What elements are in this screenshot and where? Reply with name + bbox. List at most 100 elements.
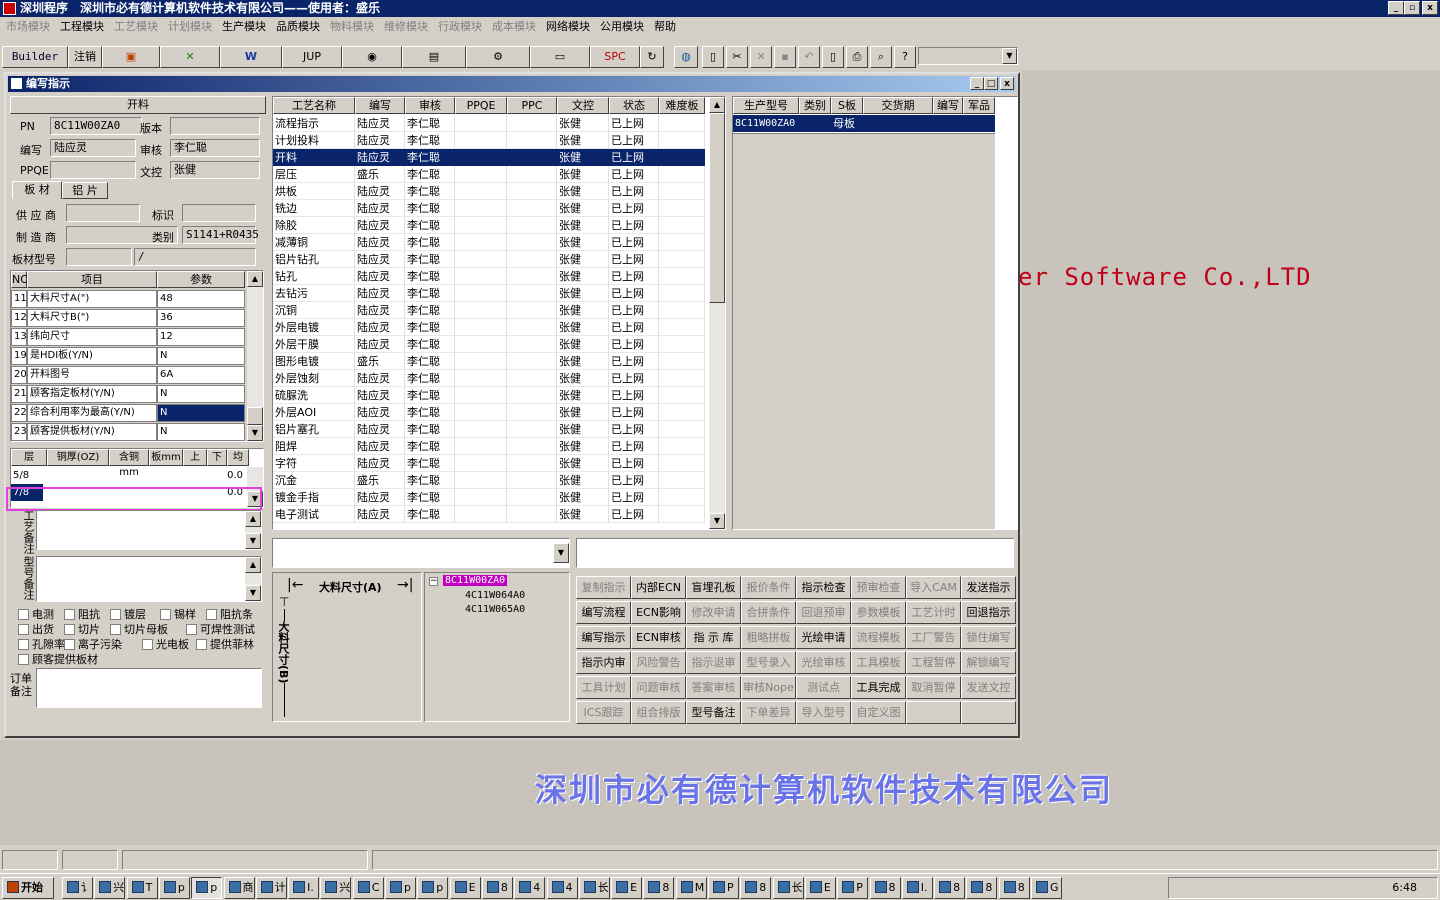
checkbox-box[interactable] (64, 609, 75, 620)
process-row[interactable]: 外层AOI 陆应灵 李仁聪 张健 已上网 (273, 404, 705, 421)
taskbar-window-button[interactable]: I. (288, 877, 320, 899)
process-cell[interactable]: 张健 (557, 370, 609, 387)
process-cell[interactable] (455, 234, 507, 251)
save-icon[interactable]: ▪ (774, 46, 796, 68)
process-cell[interactable]: 盛乐 (355, 472, 405, 489)
chevron-down-icon[interactable]: ▼ (553, 543, 569, 563)
tab-aluminum[interactable]: 铝 片 (62, 182, 108, 199)
action-button[interactable]: ICS跟踪 (576, 701, 631, 724)
process-cell[interactable] (455, 149, 507, 166)
process-cell[interactable]: 已上网 (609, 149, 659, 166)
process-cell[interactable] (507, 438, 557, 455)
process-cell[interactable]: 已上网 (609, 455, 659, 472)
word-icon[interactable]: W (220, 46, 282, 68)
taskbar-window-button[interactable]: 4 (514, 877, 546, 899)
process-row[interactable]: 硫脲洗 陆应灵 李仁聪 张健 已上网 (273, 387, 705, 404)
checkbox-box[interactable] (64, 639, 75, 650)
production-cell[interactable] (933, 115, 963, 132)
action-button[interactable]: 答案审核 (686, 676, 741, 699)
process-cell[interactable]: 盛乐 (355, 166, 405, 183)
param-cell[interactable]: 36 (157, 309, 245, 327)
tree-root-node[interactable]: 8C11W00ZA0 (443, 575, 508, 586)
taskbar-window-button[interactable]: p (191, 877, 223, 899)
process-row[interactable]: 外层电镀 陆应灵 李仁聪 张健 已上网 (273, 319, 705, 336)
param-cell[interactable]: 6A (157, 366, 245, 384)
window-close-button[interactable]: x (1000, 77, 1014, 90)
process-cell[interactable] (455, 404, 507, 421)
process-cell[interactable]: 陆应灵 (355, 438, 405, 455)
process-cell[interactable] (659, 506, 705, 523)
param-cell[interactable]: N (157, 423, 245, 441)
option-checkbox[interactable]: 孔隙率 (18, 636, 65, 652)
process-row[interactable]: 电子测试 陆应灵 李仁聪 张健 已上网 (273, 506, 705, 523)
process-cell[interactable] (455, 251, 507, 268)
process-cell[interactable] (455, 438, 507, 455)
process-cell[interactable]: 已上网 (609, 166, 659, 183)
action-button[interactable]: 型号录入 (741, 651, 796, 674)
process-cell[interactable]: 陆应灵 (355, 489, 405, 506)
board-model-field[interactable] (66, 248, 132, 266)
checkbox-box[interactable] (186, 624, 197, 635)
process-cell[interactable]: 陆应灵 (355, 234, 405, 251)
taskbar-window-button[interactable]: 8 (869, 877, 901, 899)
process-cell[interactable] (507, 115, 557, 132)
process-cell[interactable]: 李仁聪 (405, 506, 455, 523)
action-button[interactable]: 粗略拼板 (741, 626, 796, 649)
scroll-up-button[interactable]: ▲ (709, 97, 725, 113)
process-cell[interactable]: 已上网 (609, 132, 659, 149)
process-row[interactable]: 外层干膜 陆应灵 李仁聪 张健 已上网 (273, 336, 705, 353)
production-cell[interactable]: 8C11W00ZA0 (733, 115, 799, 132)
process-cell[interactable]: 李仁聪 (405, 438, 455, 455)
restore-button[interactable]: ▫ (1404, 1, 1420, 15)
process-cell[interactable]: 张健 (557, 506, 609, 523)
process-cell[interactable]: 张健 (557, 217, 609, 234)
action-button[interactable]: 解锁编写 (961, 651, 1016, 674)
process-row[interactable]: 减薄铜 陆应灵 李仁聪 张健 已上网 (273, 234, 705, 251)
version-field[interactable] (170, 117, 260, 135)
process-cell[interactable] (507, 370, 557, 387)
action-button[interactable]: 工具完成 (851, 676, 906, 699)
param-cell[interactable]: 20 (11, 366, 27, 384)
process-cell[interactable]: 张健 (557, 319, 609, 336)
process-cell[interactable]: 已上网 (609, 336, 659, 353)
menu-item[interactable]: 工程模块 (60, 20, 104, 33)
process-cell[interactable]: 沉金 (273, 472, 355, 489)
action-button[interactable]: ECN审核 (631, 626, 686, 649)
action-button[interactable]: 发送文控 (961, 676, 1016, 699)
param-cell[interactable]: 综合利用率为最高(Y/N) (27, 404, 157, 422)
action-button[interactable]: 锁住编写 (961, 626, 1016, 649)
process-cell[interactable]: 陆应灵 (355, 251, 405, 268)
action-button[interactable]: 取消暂停 (906, 676, 961, 699)
review-field[interactable]: 李仁聪 (170, 139, 260, 157)
process-cell[interactable] (507, 251, 557, 268)
process-cell[interactable]: 张健 (557, 472, 609, 489)
param-cell[interactable]: 大料尺寸A(") (27, 290, 157, 308)
process-cell[interactable] (455, 268, 507, 285)
taskbar-window-button[interactable]: I. (901, 877, 933, 899)
process-cell[interactable]: 镀金手指 (273, 489, 355, 506)
scroll-up-button[interactable]: ▲ (245, 557, 261, 573)
action-button[interactable]: 审核Nope (741, 676, 796, 699)
jup-button[interactable]: JUP (282, 46, 342, 68)
process-cell[interactable]: 陆应灵 (355, 285, 405, 302)
instruction-combo[interactable]: ▼ (272, 538, 570, 568)
taskbar-window-button[interactable]: p (417, 877, 449, 899)
process-cell[interactable]: 已上网 (609, 183, 659, 200)
process-cell[interactable] (507, 387, 557, 404)
process-cell[interactable] (507, 472, 557, 489)
option-checkbox[interactable]: 切片 (64, 621, 100, 637)
process-cell[interactable] (455, 472, 507, 489)
excel-icon[interactable]: ✕ (160, 46, 220, 68)
menu-item[interactable]: 品质模块 (276, 20, 320, 33)
param-scrollbar[interactable]: ▲ ▼ (247, 271, 263, 441)
process-cell[interactable]: 李仁聪 (405, 132, 455, 149)
process-cell[interactable]: 铝片钻孔 (273, 251, 355, 268)
menu-item[interactable]: 物料模块 (330, 20, 374, 33)
taskbar-window-button[interactable]: M (675, 877, 707, 899)
network-icon[interactable]: ⚙ (466, 46, 530, 68)
param-cell[interactable]: 顾客提供板材(Y/N) (27, 423, 157, 441)
process-cell[interactable]: 减薄铜 (273, 234, 355, 251)
process-cell[interactable]: 已上网 (609, 353, 659, 370)
process-cell[interactable]: 计划投料 (273, 132, 355, 149)
process-cell[interactable] (455, 370, 507, 387)
